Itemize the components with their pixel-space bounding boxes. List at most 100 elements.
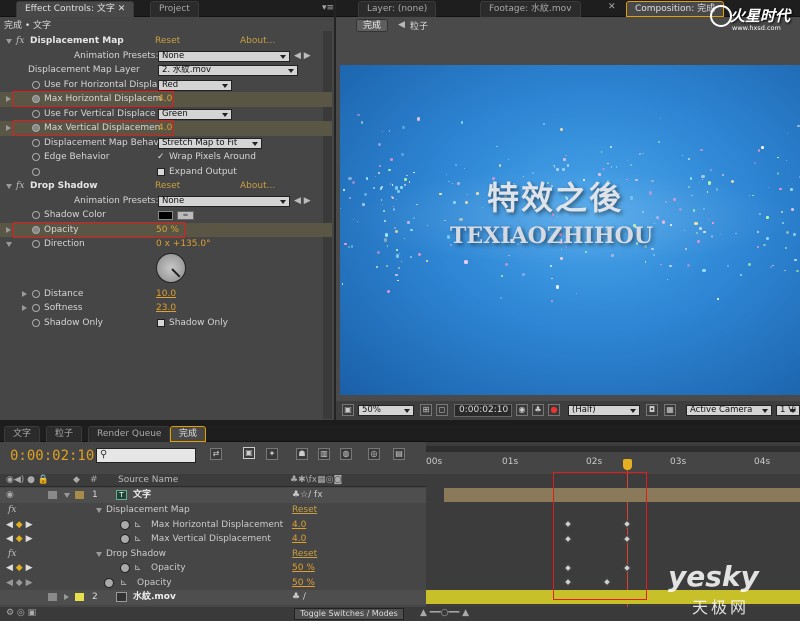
expand-triangle-icon[interactable] bbox=[6, 96, 11, 102]
stopwatch-icon[interactable] bbox=[32, 318, 40, 327]
channel-icon[interactable]: ● bbox=[548, 404, 560, 416]
zoom-slider-icon[interactable]: ▲ ━━○━━ ▲ bbox=[420, 608, 469, 618]
close-icon[interactable]: ✕ bbox=[608, 2, 616, 12]
presets-dropdown[interactable]: None bbox=[158, 50, 290, 62]
layer-name[interactable]: 水紋.mov bbox=[133, 590, 176, 604]
reset-link[interactable]: Reset bbox=[155, 179, 180, 193]
camera-dropdown[interactable]: Active Camera bbox=[686, 405, 772, 416]
collapse-triangle-icon[interactable] bbox=[6, 39, 12, 44]
stopwatch-icon[interactable] bbox=[32, 153, 40, 161]
grid-icon[interactable]: ⊞ bbox=[420, 404, 432, 416]
presets-dropdown[interactable]: None bbox=[158, 195, 290, 207]
keyframe-navigator-icon[interactable]: ◀ ◆ ▶ bbox=[6, 561, 33, 575]
expand-triangle-icon[interactable] bbox=[64, 594, 69, 600]
max-horizontal-property-row[interactable]: ◀ ◆ ▶ ⊾ Max Horizontal Displacement 4.0 bbox=[0, 518, 426, 533]
panel-menu-icon[interactable]: ▾≡ bbox=[322, 3, 334, 13]
solo-box[interactable] bbox=[48, 593, 57, 601]
collapse-triangle-icon[interactable] bbox=[6, 242, 12, 247]
opacity2-property-row[interactable]: ◀ ◆ ▶ ⊾ Opacity 50 % bbox=[0, 576, 426, 591]
layer-switches[interactable]: ♣ / bbox=[292, 590, 306, 604]
wrap-checkbox[interactable]: ✓ bbox=[157, 150, 165, 164]
live-update-icon[interactable]: ▣ bbox=[243, 447, 255, 459]
use-horizontal-dropdown[interactable]: Red bbox=[158, 79, 232, 91]
snapshot-icon[interactable]: ♣ bbox=[532, 404, 544, 416]
toggle-switches-button[interactable]: Toggle Switches / Modes bbox=[294, 608, 404, 620]
direction-dial[interactable] bbox=[156, 253, 186, 283]
eye-icon[interactable]: ◉ bbox=[6, 488, 14, 502]
property-value[interactable]: 50 % bbox=[292, 561, 315, 575]
label-color-swatch[interactable] bbox=[75, 593, 84, 601]
stopwatch-icon[interactable] bbox=[32, 167, 40, 176]
composition-canvas[interactable]: 特效之後 TEXIAOZHIHOU bbox=[340, 65, 800, 395]
tab-effect-controls[interactable]: Effect Controls: 文字 ✕ bbox=[16, 1, 135, 17]
comp-mini-flowchart-icon[interactable]: ⇄ bbox=[210, 448, 222, 460]
displacement-map-group[interactable]: fx Displacement Map Reset bbox=[0, 503, 426, 518]
draft-3d-icon[interactable]: ✦ bbox=[266, 448, 278, 460]
stopwatch-icon[interactable] bbox=[32, 211, 40, 219]
tab-render-queue[interactable]: Render Queue bbox=[88, 426, 171, 442]
property-value[interactable]: 4.0 bbox=[292, 532, 306, 546]
stopwatch-icon[interactable] bbox=[32, 80, 40, 89]
prev-next-icon[interactable]: ◀ ▶ bbox=[294, 49, 311, 63]
motion-blur-icon[interactable]: ◍ bbox=[340, 448, 352, 460]
layer-row-2[interactable]: 2 水紋.mov ♣ / bbox=[0, 590, 426, 605]
label-color-swatch[interactable] bbox=[75, 491, 84, 499]
about-link[interactable]: About... bbox=[240, 34, 275, 48]
always-preview-icon[interactable]: ▣ bbox=[342, 404, 354, 416]
current-time-indicator[interactable] bbox=[623, 459, 632, 470]
effect-displacement-map[interactable]: fx Displacement Map Reset About... bbox=[0, 34, 332, 49]
time-ruler[interactable]: 00s 01s 02s 03s 04s bbox=[426, 452, 800, 474]
effect-drop-shadow[interactable]: fx Drop Shadow Reset About... bbox=[0, 179, 332, 194]
collapse-triangle-icon[interactable] bbox=[96, 551, 102, 557]
drop-shadow-group[interactable]: fx Drop Shadow Reset bbox=[0, 547, 426, 562]
softness-value[interactable]: 23.0 bbox=[156, 301, 176, 315]
collapse-triangle-icon[interactable] bbox=[6, 184, 12, 189]
reset-link[interactable]: Reset bbox=[292, 547, 317, 561]
collapse-triangle-icon[interactable] bbox=[64, 493, 70, 498]
brainstorm-icon[interactable]: ◎ bbox=[368, 448, 380, 460]
displacement-layer-dropdown[interactable]: 2. 水紋.mov bbox=[158, 65, 298, 76]
direction-value[interactable]: 0 x +135.0° bbox=[156, 237, 211, 251]
stopwatch-icon[interactable] bbox=[32, 289, 40, 298]
reset-link[interactable]: Reset bbox=[292, 503, 317, 517]
use-vertical-dropdown[interactable]: Green bbox=[158, 108, 232, 120]
tab-layer[interactable]: Layer: (none) bbox=[358, 1, 437, 17]
tab-project[interactable]: Project bbox=[150, 1, 199, 17]
expand-triangle-icon[interactable] bbox=[22, 290, 27, 297]
stopwatch-icon[interactable] bbox=[32, 304, 40, 312]
tab-timeline-final[interactable]: 完成 bbox=[170, 426, 207, 442]
keyframe-navigator-icon[interactable]: ◀ ◆ ▶ bbox=[6, 576, 33, 590]
max-vertical-property-row[interactable]: ◀ ◆ ▶ ⊾ Max Vertical Displacement 4.0 bbox=[0, 532, 426, 547]
stopwatch-icon[interactable] bbox=[120, 563, 130, 573]
distance-value[interactable]: 10.0 bbox=[156, 287, 176, 301]
tab-timeline-particles[interactable]: 粒子 bbox=[46, 426, 83, 442]
timeline-timecode[interactable]: 0:00:02:10 bbox=[10, 448, 94, 464]
about-link[interactable]: About... bbox=[240, 179, 275, 193]
source-name-header[interactable]: Source Name bbox=[118, 475, 178, 485]
prev-next-icon[interactable]: ◀ ▶ bbox=[294, 194, 311, 208]
stopwatch-icon[interactable] bbox=[104, 577, 114, 588]
stopwatch-icon[interactable] bbox=[32, 109, 40, 118]
fx-icon[interactable]: fx bbox=[16, 179, 24, 193]
layer-name[interactable]: 文字 bbox=[133, 488, 151, 502]
fx-icon[interactable]: fx bbox=[8, 503, 16, 517]
map-behavior-dropdown[interactable]: Stretch Map to Fit bbox=[158, 137, 262, 149]
layer-row-1[interactable]: ◉ 1 T 文字 ♣☆/ fx bbox=[0, 488, 426, 503]
keyframe-navigator-icon[interactable]: ◀ ◆ ▶ bbox=[6, 532, 33, 546]
zoom-dropdown[interactable]: 50% bbox=[358, 405, 414, 416]
viewer-timecode[interactable]: 0:00:02:10 bbox=[454, 404, 512, 417]
stopwatch-icon[interactable] bbox=[32, 138, 40, 147]
view-layout-dropdown[interactable]: 1 Vi bbox=[776, 405, 800, 416]
property-value[interactable]: 4.0 bbox=[292, 518, 306, 532]
expand-triangle-icon[interactable] bbox=[22, 305, 27, 311]
fx-icon[interactable]: fx bbox=[8, 547, 16, 561]
expand-output-checkbox[interactable] bbox=[157, 167, 165, 176]
camera-icon[interactable]: ◉ bbox=[516, 404, 528, 416]
collapse-triangle-icon[interactable] bbox=[96, 508, 102, 513]
transparency-icon[interactable]: ▦ bbox=[664, 404, 676, 416]
solo-box[interactable] bbox=[48, 491, 57, 499]
hide-shy-icon[interactable]: ☗ bbox=[296, 448, 308, 460]
region-icon[interactable]: ◘ bbox=[646, 404, 658, 416]
reset-link[interactable]: Reset bbox=[155, 34, 180, 48]
expand-triangle-icon[interactable] bbox=[6, 226, 11, 233]
